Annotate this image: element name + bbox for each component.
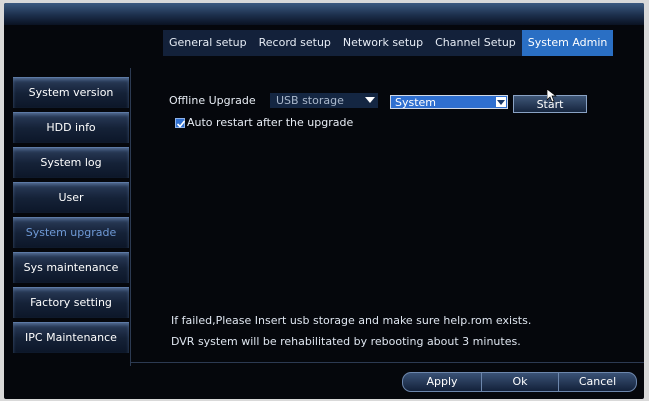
sidebar-item-ipc-maintenance[interactable]: IPC Maintenance [13, 322, 129, 353]
storage-select[interactable]: USB storage [270, 93, 378, 108]
mouse-cursor-icon [547, 89, 557, 103]
apply-button[interactable]: Apply [403, 373, 481, 391]
tab-network-setup[interactable]: Network setup [337, 30, 429, 56]
upgrade-target-value: System [395, 96, 437, 109]
tab-channel-setup[interactable]: Channel Setup [429, 30, 522, 56]
sidebar-item-user[interactable]: User [13, 182, 129, 213]
auto-restart-label: Auto restart after the upgrade [187, 116, 354, 129]
sidebar-item-system-upgrade[interactable]: System upgrade [13, 217, 129, 248]
checkmark-icon [176, 120, 186, 128]
dvr-window: General setup Record setup Network setup… [4, 3, 644, 399]
upgrade-target-select[interactable]: System [390, 95, 508, 109]
footer-divider [130, 362, 644, 363]
sidebar: System version HDD info System log User … [13, 71, 129, 361]
cancel-button[interactable]: Cancel [558, 373, 636, 391]
tab-system-admin[interactable]: System Admin [521, 30, 614, 56]
sidebar-item-system-version[interactable]: System version [13, 77, 129, 108]
sidebar-item-sys-maintenance[interactable]: Sys maintenance [13, 252, 129, 283]
offline-upgrade-label: Offline Upgrade [169, 94, 256, 107]
ok-button[interactable]: Ok [481, 373, 558, 391]
auto-restart-checkbox[interactable] [175, 118, 186, 128]
tab-record-setup[interactable]: Record setup [253, 30, 337, 56]
upgrade-note-line1: If failed,Please Insert usb storage and … [171, 314, 532, 327]
sidebar-divider [130, 68, 131, 366]
tab-bar: General setup Record setup Network setup… [163, 30, 614, 56]
footer-button-group: Apply Ok Cancel [402, 372, 637, 392]
tab-general-setup[interactable]: General setup [163, 30, 253, 56]
chevron-down-icon [496, 97, 506, 107]
storage-select-value: USB storage [276, 94, 344, 107]
sidebar-item-system-log[interactable]: System log [13, 147, 129, 178]
title-strip [4, 3, 644, 25]
upgrade-note-line2: DVR system will be rehabilitated by rebo… [171, 335, 521, 348]
sidebar-item-factory-setting[interactable]: Factory setting [13, 287, 129, 318]
chevron-down-icon [365, 97, 375, 103]
sidebar-item-hdd-info[interactable]: HDD info [13, 112, 129, 143]
